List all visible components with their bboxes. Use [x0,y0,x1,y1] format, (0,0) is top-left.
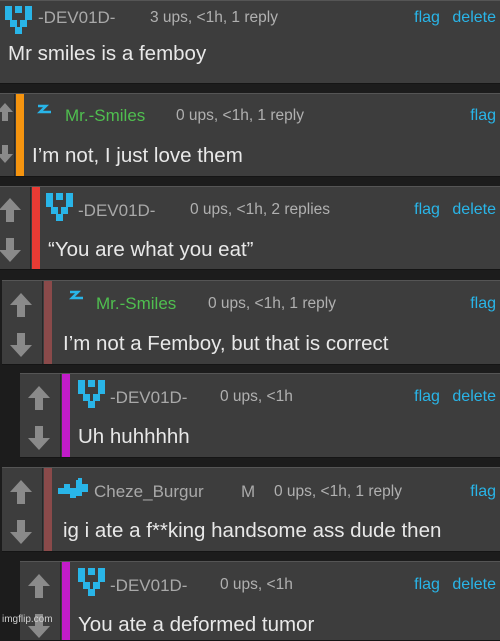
username[interactable]: -DEV01D- [110,574,187,598]
thread-bar [16,94,24,176]
thread-bar [44,281,52,364]
delete-link[interactable]: delete [452,9,496,26]
comment-card: -DEV01D- 3 ups, <1h, 1 reply flag delete… [0,0,500,84]
username[interactable]: Mr.-Smiles [65,104,145,128]
vote-column [2,468,43,551]
lightning-icon [68,290,83,300]
downvote-arrow-icon[interactable] [0,237,22,263]
flag-link[interactable]: flag [414,576,440,593]
flag-link[interactable]: flag [470,483,496,500]
vote-column [20,374,61,457]
flag-link[interactable]: flag [414,9,440,26]
comment-card: Cheze_Burgur M 0 ups, <1h, 1 reply flag … [2,467,500,552]
delete-link[interactable]: delete [452,388,496,405]
mod-badge: M [241,482,256,501]
vote-column [20,562,61,640]
flag-link[interactable]: flag [414,201,440,218]
downvote-arrow-icon[interactable] [9,519,33,545]
flag-link[interactable]: flag [470,107,496,124]
comment-actions: flag delete [406,573,496,597]
upvote-arrow-icon[interactable] [9,292,33,318]
flag-link[interactable]: flag [414,388,440,405]
username[interactable]: Mr.-Smiles [96,292,176,316]
downvote-arrow-icon[interactable] [27,425,51,451]
comment-meta: 3 ups, <1h, 1 reply [150,9,278,26]
comment-actions: flag [462,104,496,128]
comment-card: Mr.-Smiles 0 ups, <1h, 1 reply flag I’m … [0,93,500,177]
comment-text: ig i ate a f**king handsome ass dude the… [63,519,442,542]
pixel-logo-icon [78,568,105,596]
comment-meta: 0 ups, <1h, 1 reply [176,107,304,124]
comment-card: -DEV01D- 0 ups, <1h, 2 replies flag dele… [0,186,500,270]
pixel-logo-icon [46,193,73,221]
thread-bar [62,374,70,457]
comment-actions: flag delete [406,385,496,409]
pixel-logo-icon [78,380,105,408]
upvote-arrow-icon[interactable] [0,197,22,223]
comment-content: -DEV01D- 0 ups, <1h flag delete Uh huhhh… [70,374,500,457]
comment-content: -DEV01D- 0 ups, <1h, 2 replies flag dele… [40,187,500,269]
comment-content: -DEV01D- 3 ups, <1h, 1 reply flag delete… [0,1,500,83]
downvote-arrow-icon[interactable] [0,144,14,164]
username[interactable]: -DEV01D- [78,199,155,223]
comment-content: -DEV01D- 0 ups, <1h flag delete You ate … [70,562,500,640]
upvote-arrow-icon[interactable] [27,385,51,411]
vote-column [0,94,15,176]
comment-meta: 0 ups, <1h, 1 reply [208,295,336,312]
comment-actions: flag delete [406,6,496,30]
downvote-arrow-icon[interactable] [9,332,33,358]
comment-card: -DEV01D- 0 ups, <1h flag delete You ate … [20,561,500,641]
comment-actions: flag [462,292,496,316]
thread-bar [62,562,70,640]
comment-card: -DEV01D- 0 ups, <1h flag delete Uh huhhh… [20,373,500,458]
comment-meta: 0 ups, <1h [220,388,293,405]
username[interactable]: -DEV01D- [38,6,115,30]
upvote-arrow-icon[interactable] [27,573,51,599]
comment-actions: flag delete [406,198,496,222]
delete-link[interactable]: delete [452,201,496,218]
comment-text: I’m not, I just love them [32,144,243,167]
vote-column [2,281,43,364]
comment-actions: flag [462,480,496,504]
comment-meta: 0 ups, <1h, 1 reply [274,483,402,500]
upvote-arrow-icon[interactable] [0,102,14,122]
thread-bar [44,468,52,551]
comment-content: Mr.-Smiles 0 ups, <1h, 1 reply flag I’m … [52,281,500,364]
pixel-logo-icon [5,6,32,34]
comment-content: Cheze_Burgur M 0 ups, <1h, 1 reply flag … [52,468,500,551]
comment-meta: 0 ups, <1h, 2 replies [190,201,331,218]
comment-content: Mr.-Smiles 0 ups, <1h, 1 reply flag I’m … [24,94,500,176]
comment-text: I’m not a Femboy, but that is correct [63,332,389,355]
comment-card: Mr.-Smiles 0 ups, <1h, 1 reply flag I’m … [2,280,500,365]
comment-text: You ate a deformed tumor [78,613,315,636]
username[interactable]: Cheze_Burgur [94,480,204,504]
username[interactable]: -DEV01D- [110,386,187,410]
upvote-arrow-icon[interactable] [9,479,33,505]
vote-column [0,187,31,269]
watermark: imgflip.com [2,614,53,625]
pixel-creature-icon [58,478,88,498]
comment-text: “You are what you eat” [48,238,254,261]
thread-bar [32,187,40,269]
delete-link[interactable]: delete [452,576,496,593]
comment-meta: 0 ups, <1h [220,576,293,593]
comment-text: Mr smiles is a femboy [8,42,207,65]
lightning-icon [36,104,51,114]
comment-text: Uh huhhhhh [78,425,190,448]
flag-link[interactable]: flag [470,295,496,312]
